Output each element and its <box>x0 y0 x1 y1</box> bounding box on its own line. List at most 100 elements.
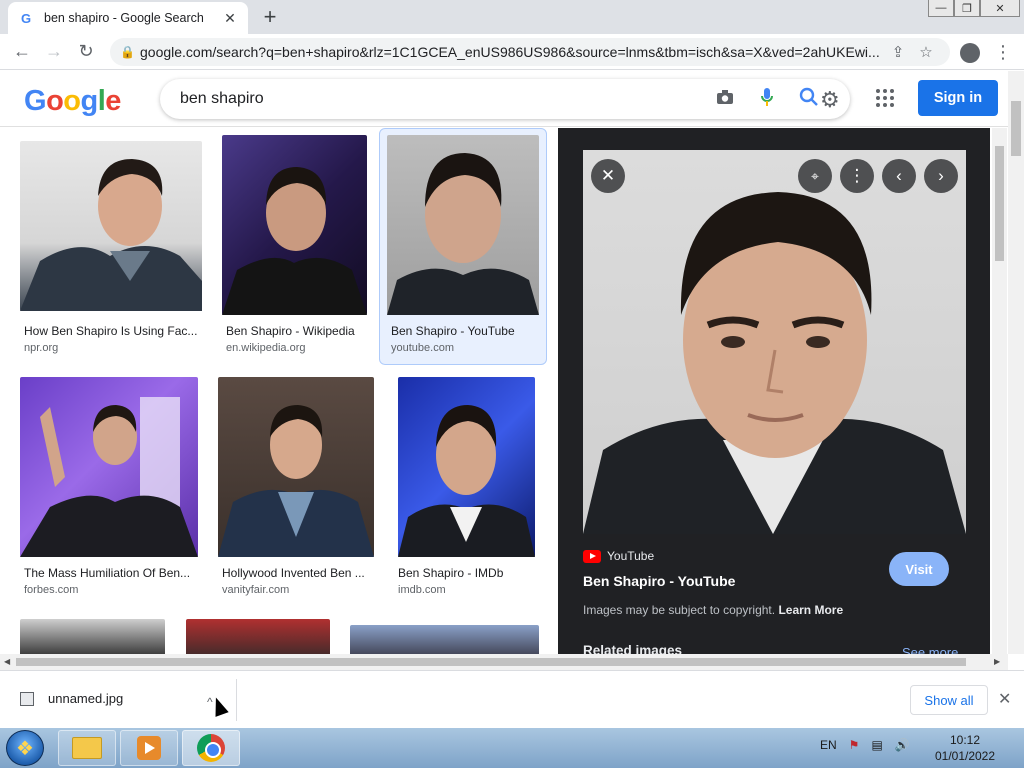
preview-image[interactable] <box>583 150 966 534</box>
new-tab-button[interactable]: + <box>258 4 282 30</box>
google-apps-icon[interactable] <box>876 89 894 107</box>
scroll-left-icon[interactable]: ◀ <box>4 657 10 666</box>
logo-letter: G <box>24 85 47 117</box>
result-thumbnail[interactable] <box>387 135 539 315</box>
address-bar[interactable]: 🔒 google.com/search?q=ben+shapiro&rlz=1C… <box>110 38 950 66</box>
taskbar-media-player[interactable] <box>120 730 178 766</box>
action-center-icon[interactable]: ⚑ <box>849 738 860 752</box>
result-source: imdb.com <box>398 584 446 596</box>
start-button[interactable] <box>6 730 44 766</box>
horizontal-scrollbar[interactable]: ◀ ▶ <box>0 654 1008 670</box>
preview-title[interactable]: Ben Shapiro - YouTube <box>583 573 735 589</box>
page-vertical-scrollbar[interactable] <box>1008 71 1024 654</box>
network-icon[interactable]: ▤ <box>871 738 882 752</box>
result-source: youtube.com <box>391 342 454 354</box>
tab-title: ben shapiro - Google Search <box>44 11 204 25</box>
result-thumbnail[interactable] <box>20 377 198 557</box>
copyright-text: Images may be subject to copyright. <box>583 603 776 617</box>
back-icon[interactable]: ← <box>6 41 38 62</box>
visit-button[interactable]: Visit <box>889 552 949 586</box>
scroll-right-icon[interactable]: ▶ <box>994 657 1000 666</box>
sign-in-button[interactable]: Sign in <box>918 80 998 116</box>
result-caption[interactable]: The Mass Humiliation Of Ben... <box>24 566 196 580</box>
lens-search-icon[interactable]: ⌖ <box>798 159 832 193</box>
url-text[interactable]: google.com/search?q=ben+shapiro&rlz=1C1G… <box>140 44 884 60</box>
learn-more-link[interactable]: Learn More <box>778 603 843 617</box>
settings-gear-icon[interactable]: ⚙ <box>820 87 840 113</box>
google-header: Google ben shapiro ⚙ Sign in <box>0 71 1008 127</box>
previous-image-icon[interactable]: ‹ <box>882 159 916 193</box>
page-scroll-thumb[interactable] <box>1011 101 1021 156</box>
youtube-icon <box>583 549 601 563</box>
download-bar: unnamed.jpg ^ Show all ✕ <box>0 670 1024 728</box>
copyright-notice: Images may be subject to copyright. Lear… <box>583 603 843 617</box>
camera-icon[interactable] <box>704 89 746 110</box>
logo-letter: g <box>80 85 99 117</box>
minimize-button[interactable]: — <box>928 0 954 17</box>
result-thumbnail[interactable] <box>20 141 202 311</box>
chrome-icon <box>197 734 225 762</box>
panel-vertical-scrollbar[interactable] <box>992 128 1007 654</box>
image-result-9-thumbnail[interactable] <box>350 625 539 654</box>
download-filename[interactable]: unnamed.jpg <box>48 691 123 706</box>
horizontal-scroll-thumb[interactable] <box>16 658 966 666</box>
result-caption[interactable]: How Ben Shapiro Is Using Fac... <box>24 324 200 338</box>
system-tray: EN ⚑ ▤ 🔊 <box>820 738 910 752</box>
browser-tab[interactable]: G ben shapiro - Google Search ✕ <box>8 2 248 34</box>
result-caption[interactable]: Ben Shapiro - IMDb <box>398 566 538 580</box>
system-clock[interactable]: 10:12 01/01/2022 <box>930 732 1000 764</box>
google-favicon-icon: G <box>20 10 32 26</box>
taskbar-explorer[interactable] <box>58 730 116 766</box>
maximize-button[interactable]: ❐ <box>954 0 980 17</box>
language-indicator[interactable]: EN <box>820 738 837 752</box>
chrome-menu-icon[interactable]: ⋮ <box>994 42 1012 63</box>
bookmark-star-icon[interactable]: ☆ <box>912 43 940 61</box>
profile-avatar-icon[interactable] <box>960 42 980 63</box>
result-caption[interactable]: Ben Shapiro - Wikipedia <box>226 324 366 338</box>
logo-letter: o <box>63 85 81 117</box>
image-results-grid: How Ben Shapiro Is Using Fac... npr.org … <box>0 128 558 654</box>
panel-scroll-thumb[interactable] <box>995 146 1004 261</box>
close-window-button[interactable]: ✕ <box>980 0 1020 17</box>
result-source: vanityfair.com <box>222 584 290 596</box>
volume-icon[interactable]: 🔊 <box>895 738 910 752</box>
media-player-icon <box>137 736 161 760</box>
windows-taskbar: EN ⚑ ▤ 🔊 10:12 01/01/2022 <box>0 728 1024 768</box>
result-source: en.wikipedia.org <box>226 342 306 354</box>
window-controls: — ❐ ✕ <box>928 0 1020 18</box>
show-all-button[interactable]: Show all <box>910 685 988 715</box>
reload-icon[interactable]: ↻ <box>70 41 102 62</box>
taskbar-chrome[interactable] <box>182 730 240 766</box>
more-options-icon[interactable]: ⋮ <box>840 159 874 193</box>
result-caption[interactable]: Hollywood Invented Ben ... <box>222 566 372 580</box>
result-source: npr.org <box>24 342 59 354</box>
result-thumbnail[interactable] <box>218 377 374 557</box>
see-more-link[interactable]: See more <box>902 645 958 654</box>
search-box[interactable]: ben shapiro <box>160 79 850 119</box>
microphone-icon[interactable] <box>746 87 788 112</box>
folder-icon <box>72 737 102 759</box>
download-item[interactable]: unnamed.jpg <box>20 691 123 706</box>
download-divider <box>236 679 237 721</box>
google-logo[interactable]: Google <box>24 85 121 118</box>
close-preview-icon[interactable]: ✕ <box>591 159 625 193</box>
close-tab-icon[interactable]: ✕ <box>222 10 238 27</box>
logo-letter: e <box>105 85 121 117</box>
search-input[interactable]: ben shapiro <box>180 90 704 108</box>
forward-icon[interactable]: → <box>38 41 70 62</box>
preview-site-name: YouTube <box>607 549 655 563</box>
lock-icon[interactable]: 🔒 <box>120 45 140 59</box>
tab-strip: G ben shapiro - Google Search ✕ + — ❐ ✕ <box>0 0 1024 34</box>
result-thumbnail[interactable] <box>398 377 535 557</box>
preview-source[interactable]: YouTube <box>583 549 654 563</box>
image-preview-panel: ✕ ⌖ ⋮ ‹ › YouTube Ben Shapiro - YouTube … <box>558 128 990 654</box>
result-caption[interactable]: Ben Shapiro - YouTube <box>391 324 541 338</box>
image-file-icon <box>20 691 34 706</box>
image-result-8-thumbnail[interactable] <box>186 619 330 654</box>
next-image-icon[interactable]: › <box>924 159 958 193</box>
close-download-bar-icon[interactable]: ✕ <box>998 689 1011 709</box>
logo-letter: o <box>46 85 64 117</box>
image-result-7-thumbnail[interactable] <box>20 619 165 654</box>
share-icon[interactable]: ⇪ <box>884 43 912 61</box>
result-thumbnail[interactable] <box>222 135 367 315</box>
